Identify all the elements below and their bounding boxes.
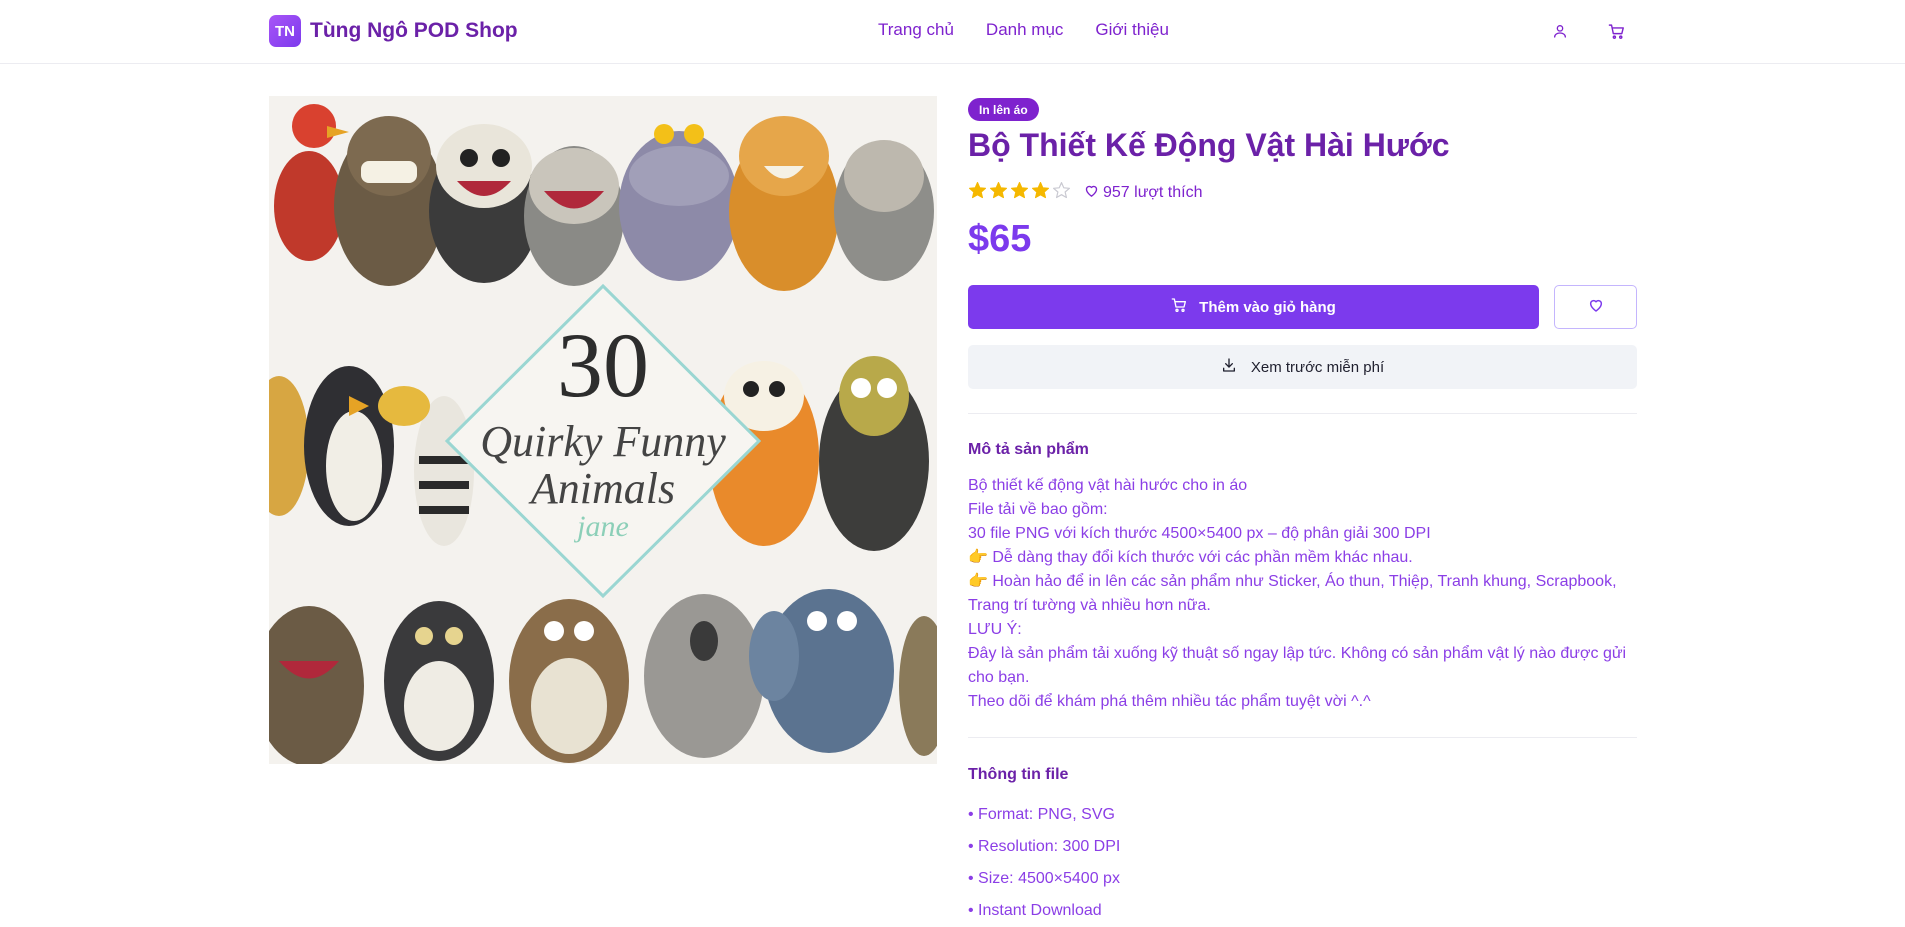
star-empty-icon (1052, 181, 1071, 205)
image-number: 30 (557, 314, 649, 416)
download-icon (1221, 357, 1237, 377)
image-title-line1: Quirky Funny (480, 417, 726, 466)
description-line: 30 file PNG với kích thước 4500×5400 px … (968, 525, 1431, 542)
cat-figure (384, 601, 494, 761)
description-line: Bộ thiết kế động vật hài hước cho in áo (968, 477, 1248, 494)
file-info-title: Thông tin file (968, 766, 1069, 783)
gorilla-figure (334, 116, 444, 286)
star-filled-icon (1010, 181, 1029, 205)
description-line: LƯU Ý: (968, 621, 1022, 638)
badger-figure (429, 124, 539, 283)
nav-home[interactable]: Trang chủ (878, 20, 954, 40)
likes-label: 957 lượt thích (1103, 184, 1203, 201)
description-title: Mô tả sản phẩm (968, 441, 1089, 458)
wolf-figure (524, 146, 624, 286)
cart-icon (1171, 297, 1187, 317)
heart-icon (1084, 183, 1099, 203)
file-info-item: • Format: PNG, SVG (968, 806, 1115, 823)
shop-name: Tùng Ngô POD Shop (310, 19, 518, 42)
star-filled-icon (1031, 181, 1050, 205)
description-line: 👉 Dễ dàng thay đổi kích thước với các ph… (968, 549, 1413, 566)
shop-logo[interactable]: TN Tùng Ngô POD Shop (269, 15, 518, 47)
site-header: TN Tùng Ngô POD Shop Trang chủ Danh mục … (0, 0, 1905, 64)
logo-badge: TN (269, 15, 301, 47)
product-price: $65 (968, 218, 1032, 260)
divider (968, 737, 1637, 738)
product-title: Bộ Thiết Kế Động Vật Hài Hước (968, 127, 1450, 163)
user-icon[interactable] (1549, 20, 1571, 42)
file-info-list: • Format: PNG, SVG • Resolution: 300 DPI… (968, 799, 1120, 927)
image-signature: jane (573, 510, 629, 543)
wishlist-button[interactable] (1554, 285, 1637, 329)
cart-icon[interactable] (1605, 20, 1627, 42)
product-image[interactable]: 30 Quirky Funny Animals jane (269, 96, 937, 764)
star-filled-icon (989, 181, 1008, 205)
tiger-figure (729, 116, 839, 291)
file-info-item: • Instant Download (968, 902, 1102, 919)
description-line: File tải về bao gồm: (968, 501, 1108, 518)
divider (968, 413, 1637, 414)
nav-categories[interactable]: Danh mục (986, 20, 1063, 40)
image-title-line2: Animals (528, 464, 675, 513)
beaver-figure (509, 599, 629, 763)
heart-icon (1588, 297, 1604, 318)
free-preview-label: Xem trước miễn phí (1250, 358, 1385, 376)
likes-count[interactable]: 957 lượt thích (1084, 183, 1202, 203)
free-preview-button[interactable]: Xem trước miễn phí (968, 345, 1637, 389)
file-info-item: • Size: 4500×5400 px (968, 870, 1120, 887)
koala-figure (644, 594, 764, 758)
add-to-cart-button[interactable]: Thêm vào giỏ hàng (968, 285, 1539, 329)
nav-about[interactable]: Giới thiệu (1095, 20, 1169, 40)
description-line: Theo dõi để khám phá thêm nhiều tác phẩm… (968, 693, 1371, 710)
add-to-cart-label: Thêm vào giỏ hàng (1199, 298, 1336, 316)
file-info-item: • Resolution: 300 DPI (968, 838, 1121, 855)
description-line: 👉 Hoàn hảo để in lên các sản phẩm như St… (968, 573, 1617, 614)
main-nav: Trang chủ Danh mục Giới thiệu (878, 20, 1169, 40)
penguin-figure (304, 366, 394, 526)
monster-figure (834, 140, 934, 281)
star-filled-icon (968, 181, 987, 205)
category-badge: In lên áo (968, 98, 1039, 121)
description-line: Đây là sản phẩm tải xuống kỹ thuật số ng… (968, 645, 1627, 686)
rating-stars (968, 181, 1071, 205)
product-description: Bộ thiết kế động vật hài hước cho in áo … (968, 474, 1637, 714)
